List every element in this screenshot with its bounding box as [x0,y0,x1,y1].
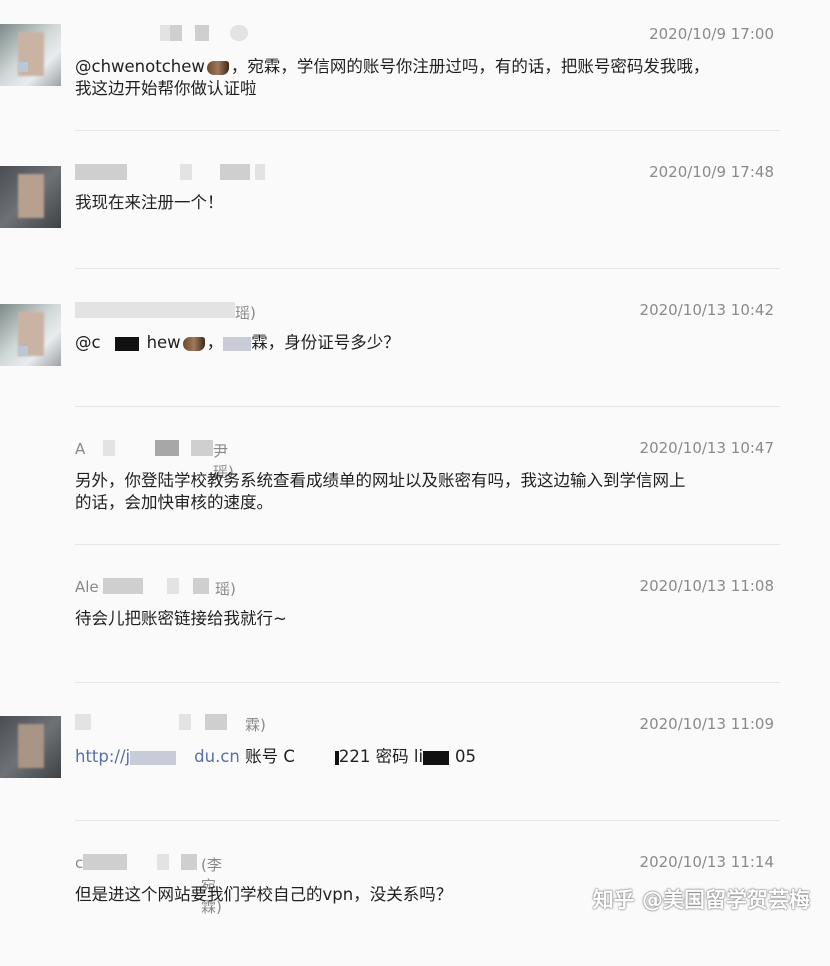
message-content: 待会儿把账密链接给我就行~ [75,609,287,628]
message-time: 2020/10/13 11:09 [639,715,774,733]
message-time: 2020/10/13 11:14 [639,853,774,871]
url-link[interactable]: http://j [75,747,130,766]
message-item: Ale 瑶) 2020/10/13 11:08 待会儿把账密链接给我就行~ [0,552,830,690]
divider [75,682,780,683]
watermark: 知乎 @美国留学贺芸梅 [592,888,810,912]
divider [75,268,780,269]
divider [75,544,780,545]
avatar[interactable] [0,24,61,86]
message-time: 2020/10/9 17:00 [649,25,774,43]
message-time: 2020/10/9 17:48 [649,163,774,181]
message-time: 2020/10/13 10:47 [639,439,774,457]
avatar[interactable] [0,166,61,228]
message-time: 2020/10/13 11:08 [639,577,774,595]
message-time: 2020/10/13 10:42 [639,301,774,319]
divider [75,406,780,407]
message-item: 瑶) 2020/10/13 10:42 @c hew，霖，身份证号多少？ [0,276,830,414]
message-content: 另外，你登陆学校教务系统查看成绩单的网址以及账密有吗，我这边输入到学信网上 的话… [75,471,686,512]
sender-name: A 尹瑶) [75,440,234,481]
message-content: http://j du.cn 账号 C 221 密码 li 05 [75,747,477,766]
sender-name: Ale 瑶) [75,578,236,598]
divider [75,820,780,821]
message-item: 2020/10/9 17:00 @chwenotchew ，宛霖，学信网的账号你注… [0,0,830,138]
message-item: A 尹瑶) 2020/10/13 10:47 另外，你登陆学校教务系统查看成绩单… [0,414,830,552]
message-content: @c hew，霖，身份证号多少？ [75,333,400,352]
message-content: @chwenotchew ，宛霖，学信网的账号你注册过吗，有的话，把账号密码发我哦… [75,57,710,98]
message-item: 霖) 2020/10/13 11:09 http://j du.cn 账号 C 22… [0,690,830,828]
avatar[interactable] [0,304,61,366]
shoe-emoji-icon [206,60,229,75]
sender-name: c (李宛霖) [75,854,222,916]
message-content: 我现在来注册一个！ [75,193,224,212]
avatar[interactable] [0,716,61,778]
mention[interactable]: @chwenotchew [75,57,205,76]
message-item: 2020/10/9 17:48 我现在来注册一个！ [0,138,830,276]
divider [75,130,780,131]
shoe-emoji-icon [182,336,205,351]
